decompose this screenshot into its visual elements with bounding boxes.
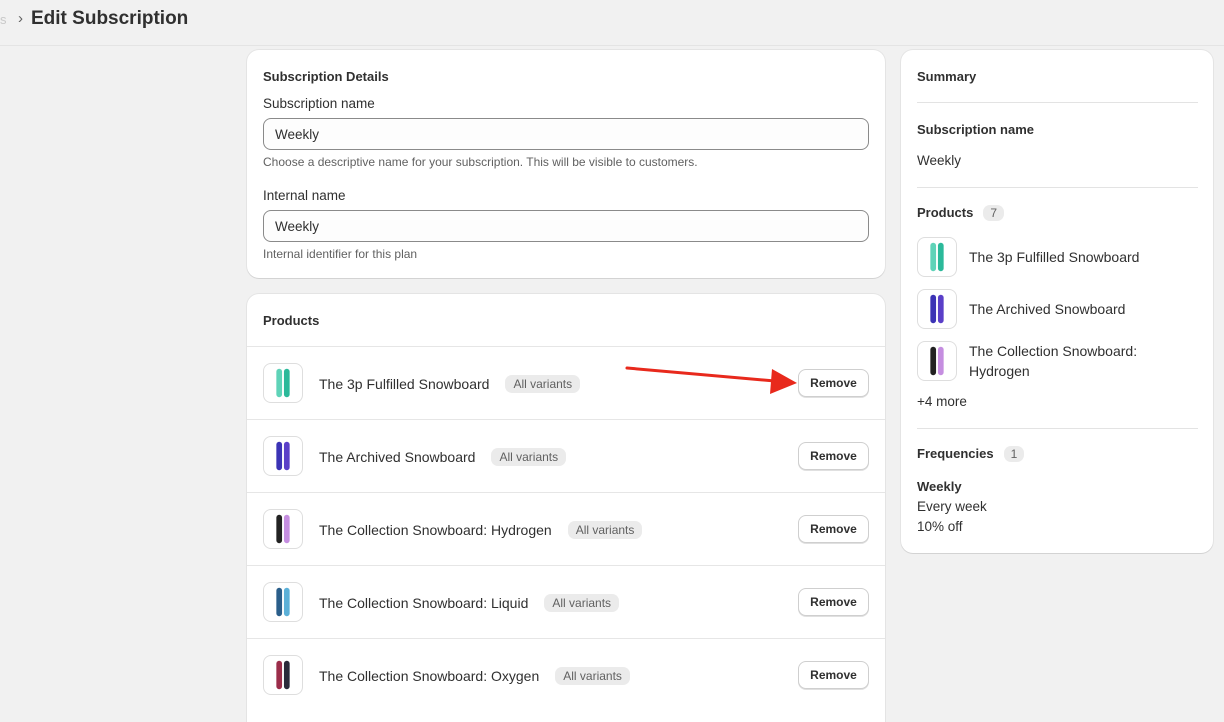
summary-name-label: Subscription name bbox=[917, 122, 1035, 137]
subscription-name-input[interactable] bbox=[263, 118, 869, 150]
products-card-title: Products bbox=[263, 313, 320, 328]
subscription-details-card: Subscription Details Subscription name C… bbox=[247, 50, 885, 278]
snowboard-oxygen-icon bbox=[263, 655, 303, 695]
summary-title: Summary bbox=[917, 69, 977, 84]
variants-badge: All variants bbox=[555, 667, 630, 685]
summary-products-label: Products bbox=[917, 205, 974, 220]
product-name-text: The 3p Fulfilled Snowboard bbox=[319, 376, 490, 392]
internal-name-help: Internal identifier for this plan bbox=[263, 247, 418, 261]
product-name: The Collection Snowboard: Oxygen All vari… bbox=[319, 667, 630, 685]
summary-frequencies-label: Frequencies bbox=[917, 446, 994, 461]
snowboard-purple-icon bbox=[263, 436, 303, 476]
summary-name-value: Weekly bbox=[917, 153, 962, 168]
summary-products-count: 7 bbox=[983, 205, 1005, 221]
page-title: Edit Subscription bbox=[31, 8, 189, 29]
subscription-name-help: Choose a descriptive name for your subsc… bbox=[263, 155, 698, 169]
product-list: The 3p Fulfilled Snowboard All variants Re… bbox=[247, 346, 885, 711]
frequency-discount: 10% off bbox=[917, 519, 963, 534]
snowboard-liquid-icon bbox=[263, 582, 303, 622]
product-row: The Collection Snowboard: Liquid All vari… bbox=[247, 565, 885, 638]
product-name-text: The Collection Snowboard: Hydrogen bbox=[319, 522, 552, 538]
breadcrumb-previous[interactable]: s bbox=[0, 12, 7, 27]
remove-product-button[interactable]: Remove bbox=[798, 661, 869, 689]
internal-name-label: Internal name bbox=[263, 188, 346, 203]
internal-name-input[interactable] bbox=[263, 210, 869, 242]
snowboard-hydrogen-icon bbox=[917, 341, 957, 381]
snowboard-purple-icon bbox=[917, 289, 957, 329]
variants-badge: All variants bbox=[544, 594, 620, 612]
variants-badge: All variants bbox=[491, 448, 567, 466]
summary-product-name: The Archived Snowboard bbox=[969, 301, 1126, 317]
remove-product-button[interactable]: Remove bbox=[798, 369, 869, 397]
more-products-link[interactable]: +4 more bbox=[917, 394, 967, 409]
summary-frequencies-count: 1 bbox=[1003, 446, 1025, 462]
details-card-title: Subscription Details bbox=[263, 69, 389, 84]
product-name-text: The Archived Snowboard bbox=[319, 449, 476, 465]
product-name-text: The Collection Snowboard: Oxygen bbox=[319, 668, 540, 684]
product-name: The Archived Snowboard All variants bbox=[319, 448, 567, 466]
snowboard-teal-icon bbox=[263, 363, 303, 403]
product-row: The Collection Snowboard: Oxygen All vari… bbox=[247, 638, 885, 711]
annotation-arrow-icon bbox=[625, 366, 797, 394]
summary-frequencies-heading: Frequencies 1 bbox=[917, 446, 1025, 462]
summary-products-heading: Products 7 bbox=[917, 205, 1005, 221]
variants-badge: All variants bbox=[567, 521, 643, 539]
products-card: Products The 3p Fulfilled Snowboard All v… bbox=[247, 294, 885, 722]
breadcrumb-separator-icon: › bbox=[18, 10, 23, 27]
remove-product-button[interactable]: Remove bbox=[798, 442, 869, 470]
top-bar: s › Edit Subscription bbox=[0, 0, 1224, 46]
summary-card: Summary Subscription name Weekly Product… bbox=[901, 50, 1213, 553]
product-name: The Collection Snowboard: Hydrogen All va… bbox=[319, 521, 643, 539]
frequency-name: Weekly bbox=[917, 479, 962, 494]
product-name: The Collection Snowboard: Liquid All vari… bbox=[319, 594, 620, 612]
summary-product-name: The Collection Snowboard: Hydrogen bbox=[969, 343, 1138, 379]
remove-product-button[interactable]: Remove bbox=[798, 588, 869, 616]
subscription-name-label: Subscription name bbox=[263, 96, 375, 111]
product-name-text: The Collection Snowboard: Liquid bbox=[319, 595, 529, 611]
summary-divider bbox=[917, 102, 1198, 103]
snowboard-teal-icon bbox=[917, 237, 957, 277]
summary-product-name: The 3p Fulfilled Snowboard bbox=[969, 249, 1140, 265]
summary-divider bbox=[917, 187, 1198, 188]
frequency-interval: Every week bbox=[917, 499, 987, 514]
remove-product-button[interactable]: Remove bbox=[798, 515, 869, 543]
variants-badge: All variants bbox=[505, 375, 581, 393]
snowboard-hydrogen-icon bbox=[263, 509, 303, 549]
summary-divider bbox=[917, 428, 1198, 429]
product-name: The 3p Fulfilled Snowboard All variants bbox=[319, 375, 581, 393]
product-row: The Archived Snowboard All variants Remove bbox=[247, 419, 885, 492]
product-row: The Collection Snowboard: Hydrogen All va… bbox=[247, 492, 885, 565]
